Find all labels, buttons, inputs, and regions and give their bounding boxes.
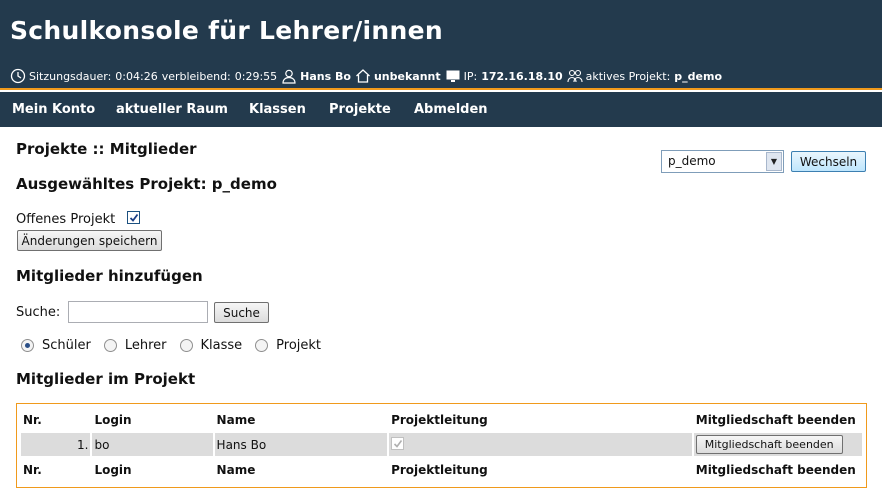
row-project-lead bbox=[389, 433, 692, 456]
row-nr: 1. bbox=[21, 433, 91, 456]
table-row: 1. bo Hans Bo Mitgliedschaft beenden bbox=[21, 433, 862, 456]
project-lead-checkbox bbox=[391, 437, 405, 451]
row-name: Hans Bo bbox=[214, 433, 388, 456]
checkmark-icon bbox=[393, 439, 402, 448]
radio-projekt[interactable] bbox=[255, 338, 269, 352]
checkmark-icon bbox=[129, 213, 138, 222]
radio-klasse-label: Klasse bbox=[200, 337, 243, 353]
table-header-row: Nr. Login Name Projektleitung Mitgliedsc… bbox=[21, 408, 862, 431]
clock-icon bbox=[10, 68, 26, 84]
group-icon bbox=[567, 68, 583, 84]
nav-item-mein-konto[interactable]: Mein Konto bbox=[12, 102, 95, 117]
open-project-checkbox[interactable] bbox=[127, 211, 140, 224]
footer-col-name: Name bbox=[216, 462, 256, 477]
duration-label: Sitzungsdauer: bbox=[29, 69, 112, 83]
monitor-icon bbox=[445, 68, 461, 84]
members-title: Mitglieder im Projekt bbox=[16, 370, 196, 388]
radio-schueler[interactable] bbox=[21, 338, 34, 352]
remaining-label: verbleibend: bbox=[161, 69, 231, 83]
project-label: aktives Projekt: bbox=[585, 69, 671, 83]
session-remaining: 0:29:55 bbox=[234, 69, 278, 83]
nav-item-projekte[interactable]: Projekte bbox=[329, 102, 391, 117]
member-type-options: Schüler Lehrer Klasse Projekt bbox=[21, 337, 334, 353]
radio-lehrer-label: Lehrer bbox=[124, 337, 167, 353]
col-name: Name bbox=[216, 412, 256, 427]
radio-klasse[interactable] bbox=[179, 338, 193, 352]
main-nav: Mein Konto aktueller Raum Klassen Projek… bbox=[0, 92, 882, 127]
project-select[interactable]: p_demo ▼ bbox=[661, 150, 784, 173]
radio-schueler-label: Schüler bbox=[42, 337, 91, 353]
save-changes-button[interactable]: Änderungen speichern bbox=[17, 230, 162, 251]
search-button[interactable]: Suche bbox=[214, 302, 269, 323]
row-login: bo bbox=[92, 433, 213, 456]
col-nr: Nr. bbox=[23, 412, 42, 427]
session-ip: 172.16.18.10 bbox=[481, 69, 563, 83]
session-duration: 0:04:26 bbox=[115, 69, 158, 83]
header: Schulkonsole für Lehrer/innen Sitzungsda… bbox=[0, 0, 882, 90]
table-footer-row: Nr. Login Name Projektleitung Mitgliedsc… bbox=[21, 458, 862, 481]
switch-button[interactable]: Wechseln bbox=[791, 151, 866, 172]
col-login: Login bbox=[94, 412, 132, 427]
session-bar: Sitzungsdauer: 0:04:26 verbleibend: 0:29… bbox=[10, 67, 722, 85]
members-table: Nr. Login Name Projektleitung Mitgliedsc… bbox=[16, 403, 867, 488]
footer-col-nr: Nr. bbox=[23, 462, 42, 477]
radio-lehrer[interactable] bbox=[103, 338, 117, 352]
col-project-lead: Projektleitung bbox=[391, 412, 488, 427]
chevron-down-icon[interactable]: ▼ bbox=[766, 152, 782, 171]
search-input[interactable] bbox=[68, 301, 208, 323]
ip-label: IP: bbox=[463, 69, 478, 83]
project-select-value: p_demo bbox=[668, 154, 716, 168]
user-icon bbox=[281, 68, 297, 84]
nav-item-aktueller-raum[interactable]: aktueller Raum bbox=[116, 102, 228, 117]
end-membership-button[interactable]: Mitgliedschaft beenden bbox=[695, 435, 843, 454]
session-room: unbekannt bbox=[373, 69, 441, 83]
footer-col-end-membership: Mitgliedschaft beenden bbox=[695, 462, 856, 477]
radio-projekt-label: Projekt bbox=[276, 337, 322, 353]
row-action: Mitgliedschaft beenden bbox=[693, 433, 862, 456]
search-label: Suche: bbox=[16, 305, 61, 320]
app-title: Schulkonsole für Lehrer/innen bbox=[10, 16, 443, 45]
page-title: Projekte :: Mitglieder bbox=[16, 140, 197, 158]
nav-item-abmelden[interactable]: Abmelden bbox=[414, 102, 488, 117]
selected-project-title: Ausgewähltes Projekt: p_demo bbox=[16, 175, 277, 193]
nav-item-klassen[interactable]: Klassen bbox=[249, 102, 306, 117]
house-icon bbox=[355, 68, 371, 84]
footer-col-login: Login bbox=[94, 462, 132, 477]
session-user: Hans Bo bbox=[300, 69, 351, 83]
add-members-title: Mitglieder hinzufügen bbox=[16, 267, 203, 285]
session-project: p_demo bbox=[674, 69, 723, 83]
open-project-label: Offenes Projekt bbox=[16, 212, 116, 227]
col-end-membership: Mitgliedschaft beenden bbox=[695, 412, 856, 427]
footer-col-project-lead: Projektleitung bbox=[391, 462, 488, 477]
